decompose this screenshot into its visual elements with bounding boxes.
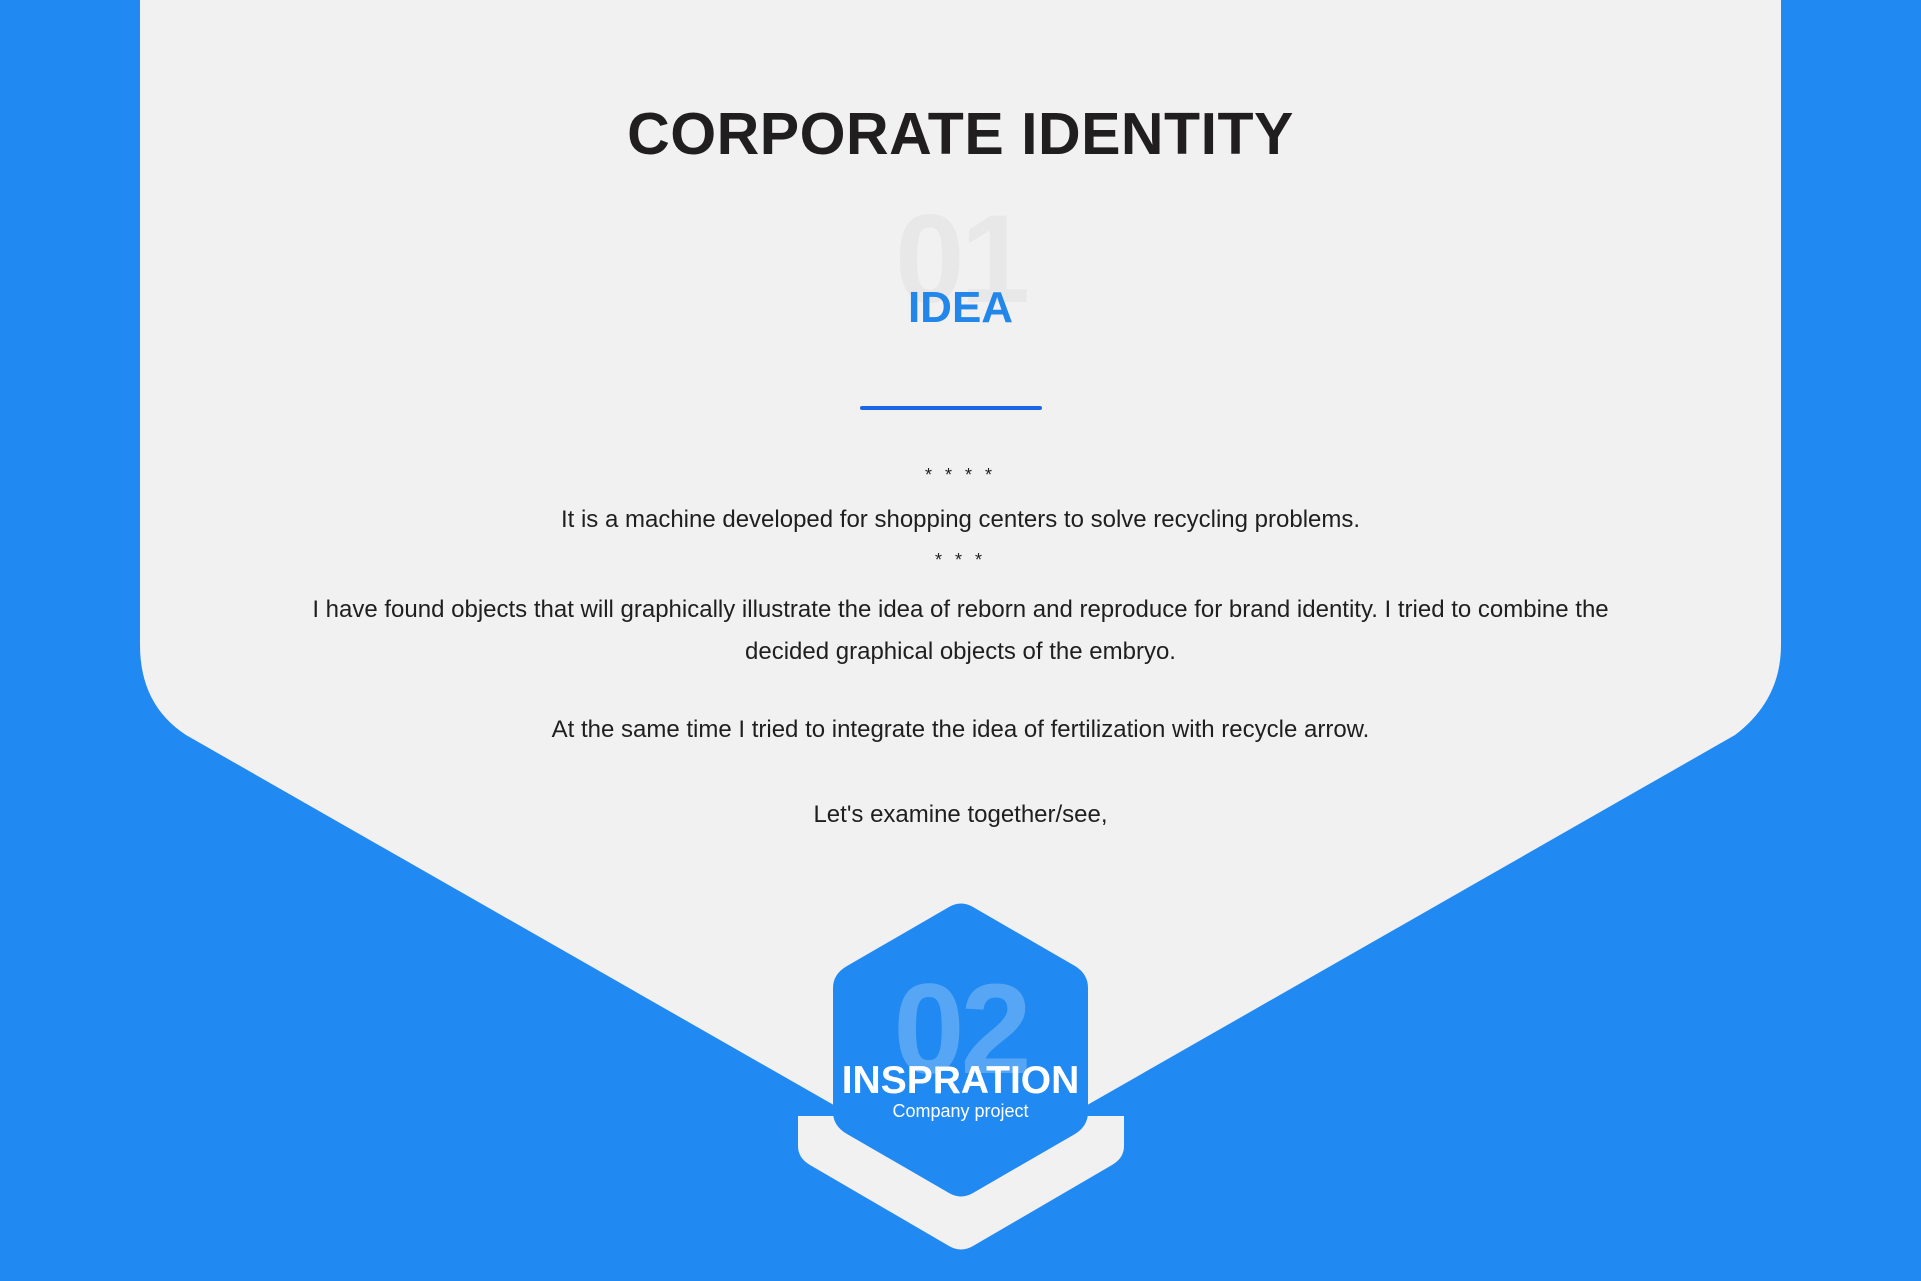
description-line-4: Let's examine together/see, <box>813 801 1108 828</box>
badge-subtitle: Company project <box>892 1101 1029 1121</box>
stars-separator-mid: * * * <box>934 550 987 570</box>
description-line-3: At the same time I tried to integrate th… <box>551 716 1370 743</box>
section-divider <box>860 406 1042 410</box>
page-title: CORPORATE IDENTITY <box>627 101 1294 167</box>
description-line-2: I have found objects that will graphical… <box>312 596 1609 665</box>
description-line-1: It is a machine developed for shopping c… <box>560 506 1361 533</box>
stars-separator-top: * * * * <box>924 465 997 485</box>
section-heading: IDEA <box>907 283 1014 332</box>
badge-heading: INSPRATION <box>841 1059 1080 1102</box>
